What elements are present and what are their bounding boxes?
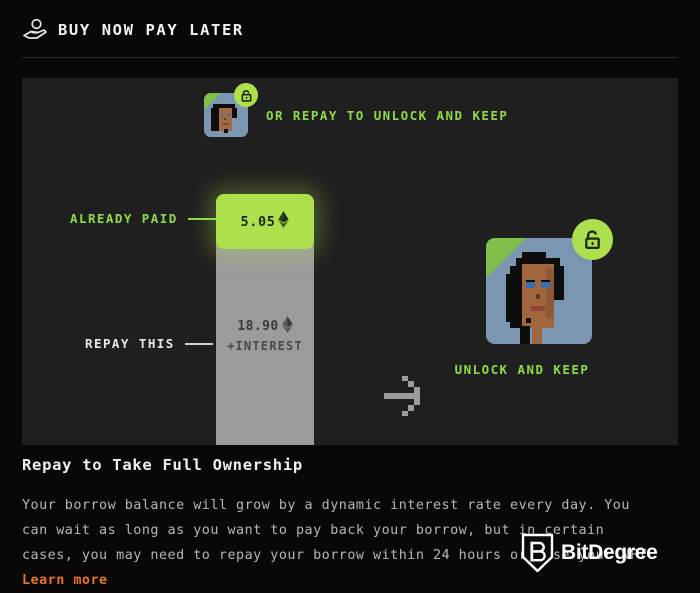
bar-segment-already-paid: 5.05 (216, 194, 314, 249)
nft-avatar-large (486, 238, 592, 344)
bar-segment-repay-this: 18.90 +INTEREST (216, 243, 314, 445)
header-divider (22, 57, 678, 58)
leader-line (184, 342, 213, 345)
bitdegree-shield-icon (521, 533, 554, 573)
unlocked-nft-block: UNLOCK AND KEEP (455, 219, 613, 377)
bar-repay-subtext: +INTEREST (227, 339, 303, 353)
pixel-arrow-right-icon (384, 376, 430, 420)
hand-holding-coin-icon (22, 17, 48, 43)
section-title: Repay to Take Full Ownership (22, 456, 303, 474)
illustration-panel: OR REPAY TO UNLOCK AND KEEP ALREADY PAID… (22, 78, 678, 445)
nft-avatar-large-wrapper (486, 219, 613, 344)
label-already-paid: ALREADY PAID (70, 211, 216, 226)
label-repay-this: REPAY THIS (85, 336, 213, 351)
top-row: OR REPAY TO UNLOCK AND KEEP (204, 83, 509, 137)
learn-more-link[interactable]: Learn more (22, 573, 108, 588)
repayment-bar-chart: 5.05 18.90 +INTEREST (216, 194, 314, 445)
ethereum-icon (281, 316, 293, 337)
unlock-icon (572, 219, 613, 260)
unlocked-nft-caption: UNLOCK AND KEEP (454, 362, 590, 377)
label-already-paid-text: ALREADY PAID (70, 211, 178, 226)
leader-line (187, 217, 216, 220)
page-title: BUY NOW PAY LATER (58, 21, 244, 39)
unlock-icon (234, 83, 258, 107)
page-header: BUY NOW PAY LATER (22, 17, 244, 43)
bitdegree-brand-text: BitDegree (561, 541, 658, 564)
bar-repay-amount: 18.90 (237, 319, 279, 334)
bar-paid-amount: 5.05 (240, 213, 276, 230)
bar-repay-amount-row: 18.90 (227, 316, 303, 337)
top-row-caption: OR REPAY TO UNLOCK AND KEEP (266, 107, 509, 123)
nft-avatar-small-wrapper (204, 83, 258, 137)
bitdegree-watermark: BitDegree (521, 533, 658, 573)
ethereum-icon (278, 211, 290, 232)
label-repay-this-text: REPAY THIS (85, 336, 175, 351)
